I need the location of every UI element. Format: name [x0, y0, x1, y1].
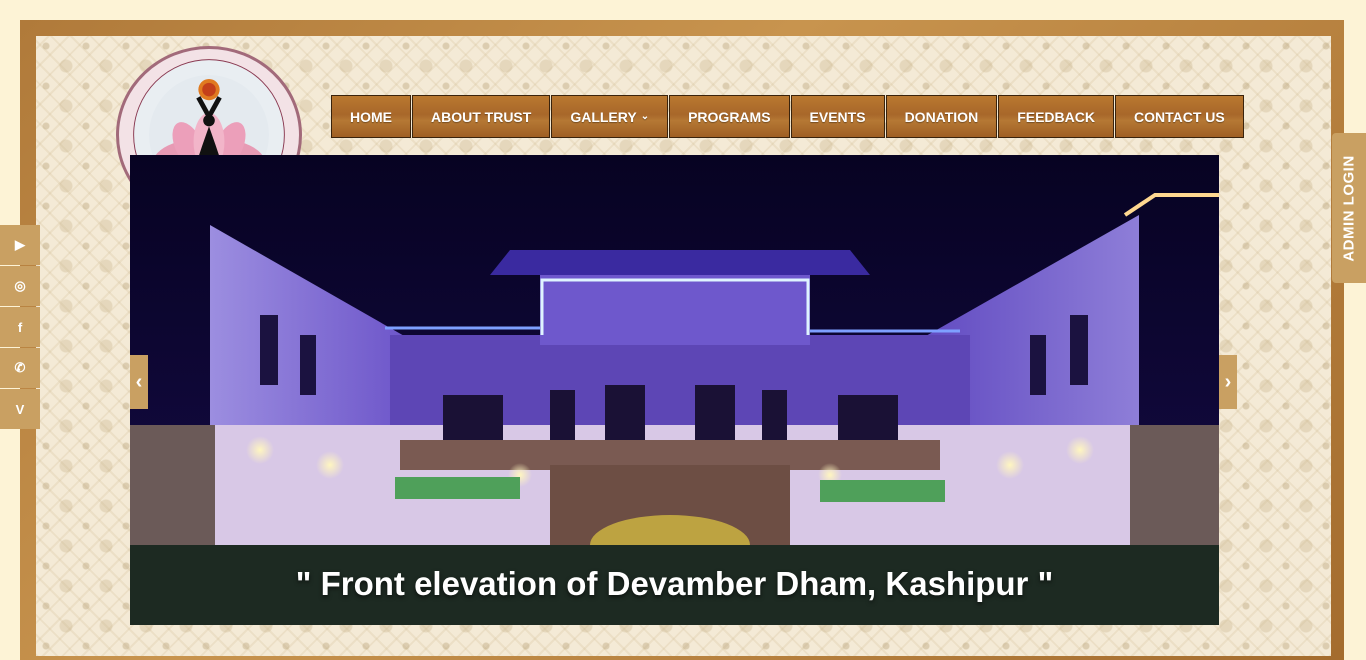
nav-programs-label: PROGRAMS	[688, 108, 771, 125]
chevron-down-icon: ⌄	[640, 111, 650, 122]
facebook-link[interactable]: f	[0, 307, 40, 347]
admin-login-button[interactable]: ADMIN LOGIN	[1332, 133, 1366, 283]
vimeo-link[interactable]: V	[0, 389, 40, 429]
youtube-icon: ▶	[15, 237, 25, 252]
nav-gallery[interactable]: GALLERY ⌄	[551, 95, 669, 138]
whatsapp-link[interactable]: ✆	[0, 348, 40, 388]
nav-about-trust-label: ABOUT TRUST	[431, 108, 532, 125]
vimeo-icon: V	[15, 401, 25, 417]
nav-contact-us[interactable]: CONTACT US	[1114, 95, 1244, 138]
nav-home-label: HOME	[350, 108, 392, 125]
nav-events[interactable]: EVENTS	[790, 95, 885, 138]
hero-slider: " Front elevation of Devamber Dham, Kash…	[130, 155, 1219, 625]
nav-donation[interactable]: DONATION	[885, 95, 998, 138]
social-sidebar: ▶ ◎ f ✆ V	[0, 225, 40, 430]
chevron-left-icon: ‹	[135, 370, 143, 393]
youtube-link[interactable]: ▶	[0, 225, 40, 265]
nav-feedback-label: FEEDBACK	[1017, 108, 1095, 125]
slider-next-button[interactable]: ›	[1219, 355, 1237, 409]
nav-home[interactable]: HOME	[331, 95, 411, 138]
slider-prev-button[interactable]: ‹	[130, 355, 148, 409]
nav-about-trust[interactable]: ABOUT TRUST	[412, 95, 551, 138]
admin-login-label: ADMIN LOGIN	[1340, 154, 1358, 262]
nav-gallery-label: GALLERY	[570, 108, 637, 125]
nav-programs[interactable]: PROGRAMS	[669, 95, 790, 138]
instagram-link[interactable]: ◎	[0, 266, 40, 306]
facebook-icon: f	[17, 319, 23, 335]
whatsapp-icon: ✆	[14, 360, 26, 375]
nav-feedback[interactable]: FEEDBACK	[998, 95, 1114, 138]
nav-events-label: EVENTS	[809, 108, 866, 125]
nav-contact-us-label: CONTACT US	[1133, 108, 1225, 125]
instagram-icon: ◎	[14, 278, 26, 293]
slide-caption: " Front elevation of Devamber Dham, Kash…	[295, 565, 1054, 602]
main-nav: HOME ABOUT TRUST GALLERY ⌄ PROGRAMS EVENT…	[331, 95, 1245, 138]
chevron-right-icon: ›	[1224, 370, 1232, 393]
nav-donation-label: DONATION	[904, 108, 979, 125]
building-photo	[130, 155, 1219, 625]
